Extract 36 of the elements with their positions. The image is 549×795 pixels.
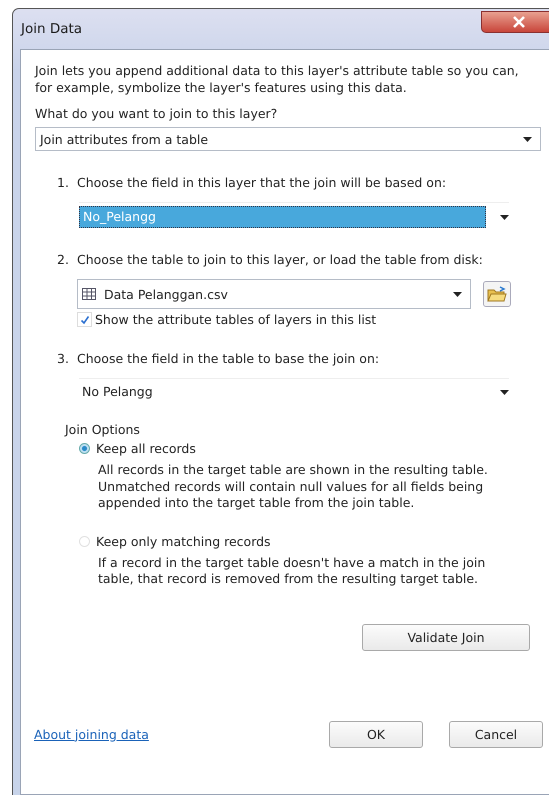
join-type-label: What do you want to join to this layer? xyxy=(35,106,278,121)
checkbox[interactable] xyxy=(77,312,92,327)
step-label: Choose the field in this layer that the join will be based on: xyxy=(77,175,446,190)
validate-join-button[interactable]: Validate Join xyxy=(362,624,530,650)
radio-button[interactable] xyxy=(79,443,90,454)
dropdown-value: Data Pelanggan.csv xyxy=(104,286,228,302)
step-number: 1. xyxy=(57,175,69,190)
browse-button[interactable] xyxy=(483,281,511,307)
step-number: 3. xyxy=(57,351,69,366)
checkbox-label: Show the attribute tables of layers in this list xyxy=(95,312,376,327)
intro-text: Join lets you append additional data to this layer's attribute table so you can, for example, symbolize the layer's features using this data. xyxy=(35,62,520,96)
option-description: All records in the target table are shown in the resulting table. Unmatched records will contain null values for all fields being appended into the target table from the join table. xyxy=(98,462,489,512)
help-link[interactable]: About joining data xyxy=(34,726,149,742)
dropdown-arrow-icon xyxy=(453,292,462,296)
folder-icon xyxy=(487,286,507,302)
radio-label: Keep only matching records xyxy=(96,534,271,548)
option-description: If a record in the target table doesn't have a match in the join table, that record is removed from the resulting target table. xyxy=(98,554,486,588)
step-label: Choose the table to join to this layer, or load the table from disk: xyxy=(77,252,483,267)
checkmark-icon xyxy=(80,314,90,324)
close-button[interactable] xyxy=(481,11,549,33)
ok-button[interactable]: OK xyxy=(329,720,423,748)
cancel-button[interactable]: Cancel xyxy=(449,720,543,748)
join-options-heading: Join Options xyxy=(65,422,141,437)
step-label: Choose the field in the table to base the join on: xyxy=(77,351,380,366)
dropdown-value: Join attributes from a table xyxy=(40,132,208,146)
field-dropdown[interactable]: No Pelangg xyxy=(79,382,486,402)
dropdown-arrow-icon[interactable] xyxy=(500,214,509,220)
close-icon xyxy=(512,16,526,28)
radio-label: Keep all records xyxy=(96,441,196,456)
table-icon xyxy=(82,288,96,300)
dropdown-arrow-icon xyxy=(523,136,532,142)
table-dropdown[interactable]: Data Pelanggan.csv xyxy=(77,279,471,309)
window-title: Join Data xyxy=(21,21,82,37)
step-number: 2. xyxy=(57,252,69,267)
join-type-dropdown[interactable]: Join attributes from a table xyxy=(35,127,541,151)
dropdown-arrow-icon[interactable] xyxy=(500,390,509,394)
